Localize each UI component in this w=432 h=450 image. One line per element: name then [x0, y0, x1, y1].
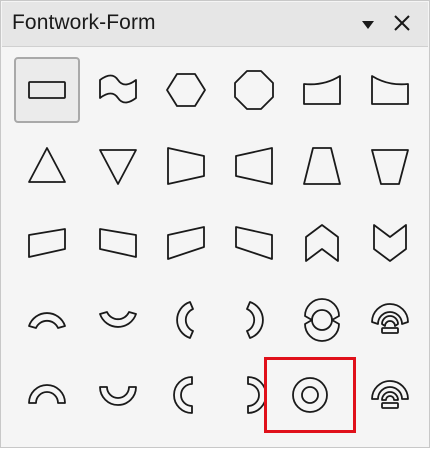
- shape-arch-up-curve[interactable]: [14, 287, 80, 353]
- shape-arch-left-curve[interactable]: [153, 287, 219, 353]
- dropdown-triangle-icon[interactable]: [358, 16, 378, 34]
- fontwork-shape-panel: Fontwork-Form: [0, 0, 430, 448]
- shape-open-circle-pour[interactable]: [357, 362, 423, 428]
- shape-slant-up[interactable]: [14, 210, 80, 276]
- shape-curve-up[interactable]: [289, 57, 355, 123]
- shape-stop[interactable]: [221, 57, 287, 123]
- shape-fade-left[interactable]: [221, 133, 287, 199]
- panel-titlebar: Fontwork-Form: [2, 2, 428, 47]
- shape-curve-down[interactable]: [357, 57, 423, 123]
- shape-chevron-down[interactable]: [357, 210, 423, 276]
- shape-plain-text[interactable]: [14, 57, 80, 123]
- shape-arch-down-curve[interactable]: [85, 287, 151, 353]
- shape-chevron-up[interactable]: [289, 210, 355, 276]
- close-icon[interactable]: [390, 11, 414, 35]
- shape-fade-down[interactable]: [357, 133, 423, 199]
- shape-fade-up[interactable]: [289, 133, 355, 199]
- shape-arch-right-curve[interactable]: [221, 287, 287, 353]
- shape-arch-left-pour[interactable]: [153, 362, 219, 428]
- shape-circle-curve[interactable]: [289, 287, 355, 353]
- shape-arch-down-pour[interactable]: [85, 362, 151, 428]
- shape-inflate[interactable]: [153, 57, 219, 123]
- shape-fade-up-and-left[interactable]: [221, 210, 287, 276]
- shape-arch-up-pour[interactable]: [14, 362, 80, 428]
- panel-title: Fontwork-Form: [12, 11, 156, 34]
- shape-wave[interactable]: [85, 57, 151, 123]
- shape-fade-right[interactable]: [153, 133, 219, 199]
- shape-triangle-down[interactable]: [85, 133, 151, 199]
- shape-open-circle-curve[interactable]: [357, 287, 423, 353]
- shape-fade-up-and-right[interactable]: [153, 210, 219, 276]
- shape-grid: [11, 55, 423, 439]
- shape-triangle-up[interactable]: [14, 133, 80, 199]
- shape-slant-down[interactable]: [85, 210, 151, 276]
- shape-circle-pour[interactable]: [264, 357, 356, 433]
